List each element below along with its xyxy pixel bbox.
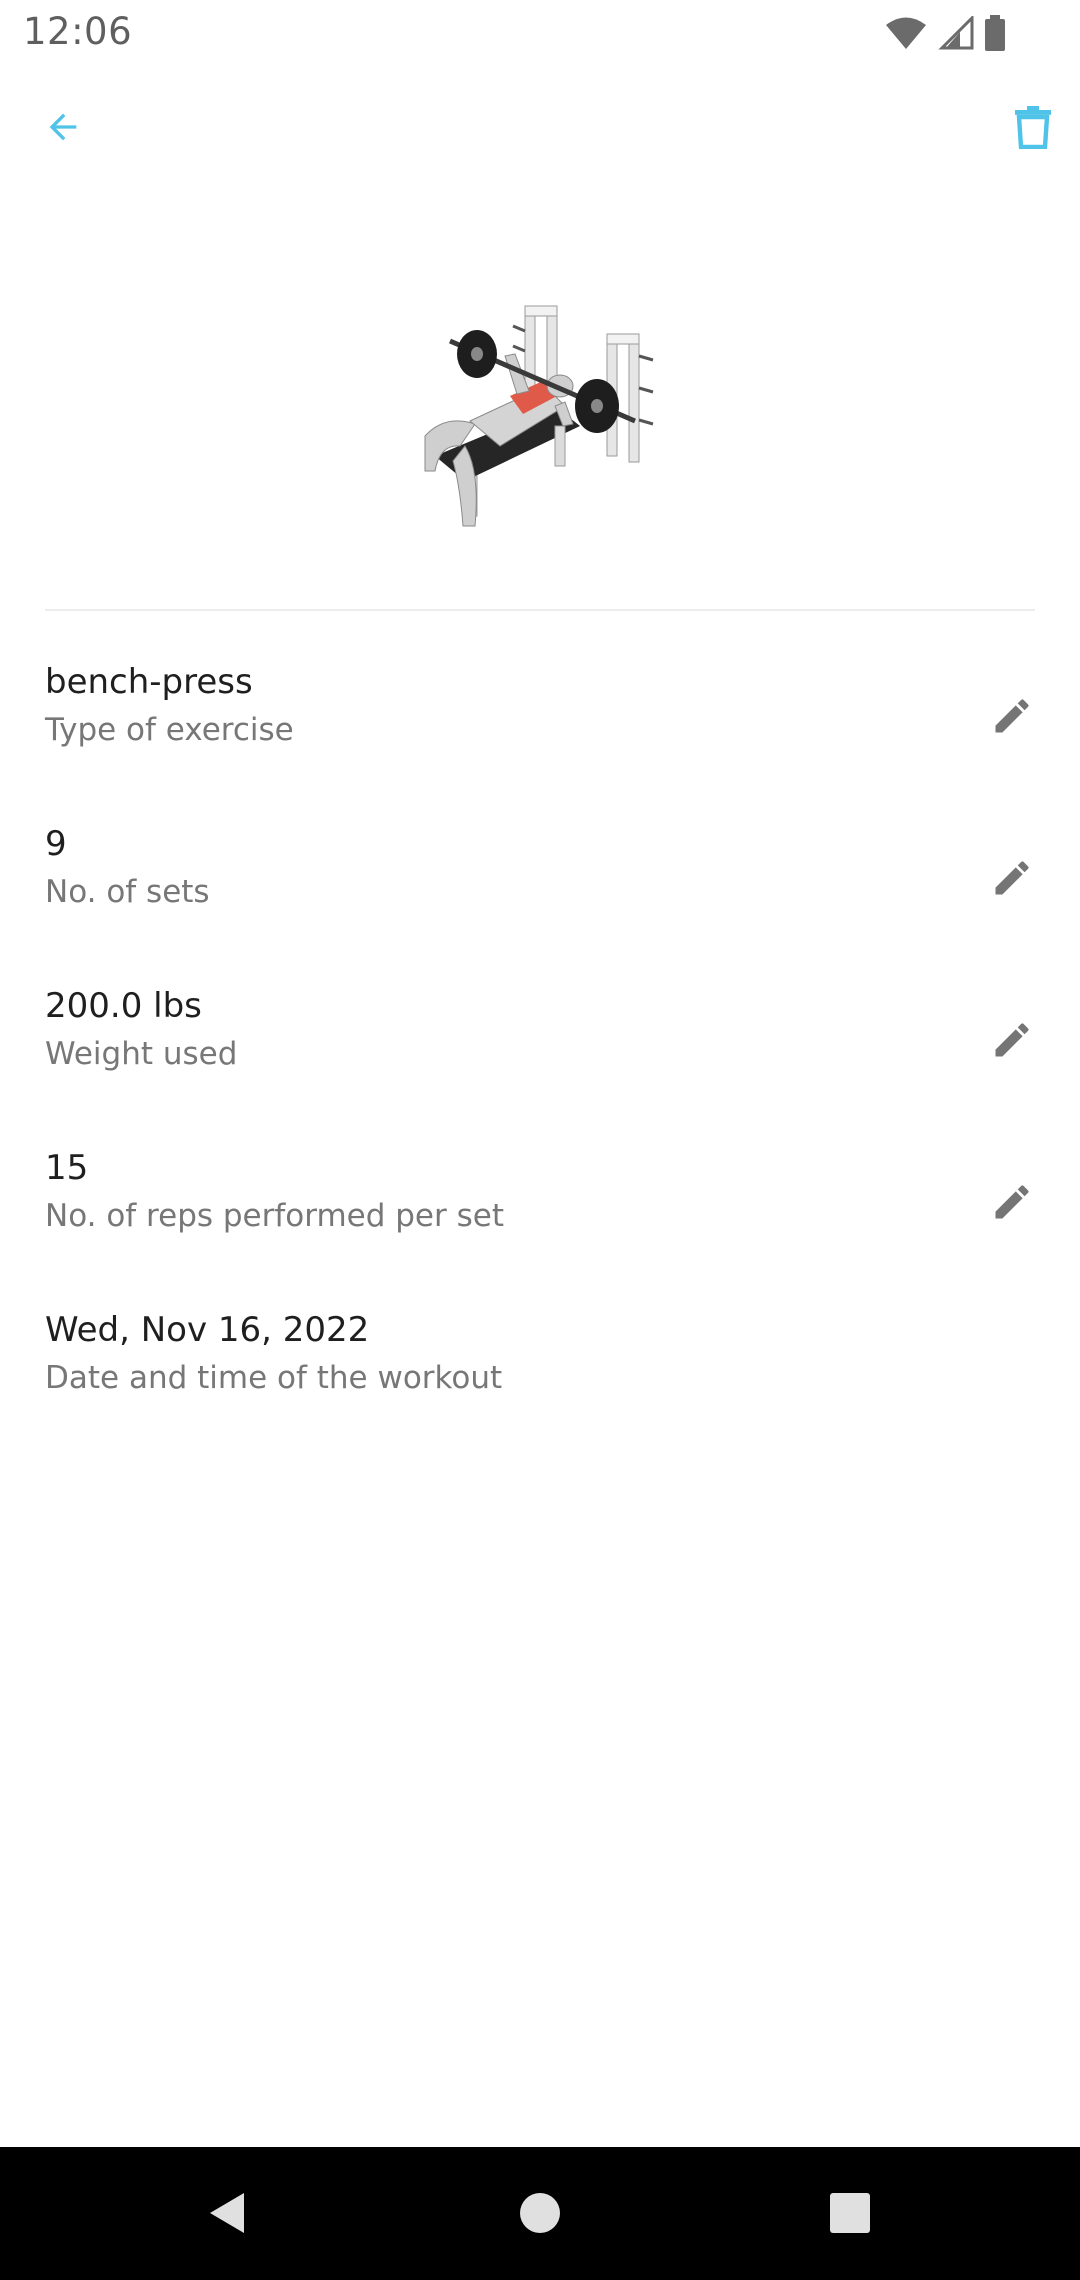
- workout-details-list: bench-press Type of exercise 9 No. of se…: [0, 648, 1080, 1458]
- workout-detail-screen: 12:06 bench-press Type of exercise 9 No.…: [0, 0, 1080, 2280]
- detail-item-sets: 9 No. of sets: [0, 810, 1080, 972]
- pencil-icon: [995, 861, 1029, 895]
- status-bar: 12:06: [0, 0, 1080, 66]
- system-nav-bar: [0, 2147, 1080, 2280]
- status-icons: [884, 14, 1006, 52]
- nav-back-button[interactable]: [188, 2175, 264, 2251]
- edit-weight-button[interactable]: [980, 1008, 1044, 1072]
- reps-value: 15: [45, 1148, 89, 1188]
- detail-item-date: Wed, Nov 16, 2022 Date and time of the w…: [0, 1296, 1080, 1458]
- arrow-left-icon: [49, 113, 77, 141]
- cell-signal-icon: [938, 16, 974, 50]
- pencil-icon: [995, 1185, 1029, 1219]
- exercise-type-label: Type of exercise: [45, 712, 294, 748]
- back-triangle-icon: [210, 2193, 244, 2233]
- pencil-icon: [995, 699, 1029, 733]
- workout-date-value: Wed, Nov 16, 2022: [45, 1310, 370, 1350]
- edit-sets-button[interactable]: [980, 846, 1044, 910]
- edit-reps-button[interactable]: [980, 1170, 1044, 1234]
- nav-recents-button[interactable]: [812, 2175, 888, 2251]
- detail-item-reps: 15 No. of reps performed per set: [0, 1134, 1080, 1296]
- divider: [45, 609, 1035, 611]
- recents-square-icon: [830, 2193, 870, 2233]
- status-time: 12:06: [23, 10, 133, 53]
- bench-press-illustration: [424, 305, 654, 527]
- detail-item-exercise-type: bench-press Type of exercise: [0, 648, 1080, 810]
- trash-icon: [1015, 106, 1051, 149]
- sets-label: No. of sets: [45, 874, 210, 910]
- reps-label: No. of reps performed per set: [45, 1198, 504, 1234]
- wifi-icon: [886, 17, 926, 49]
- battery-icon: [985, 15, 1005, 51]
- weight-value: 200.0 lbs: [45, 986, 202, 1026]
- pencil-icon: [995, 1023, 1029, 1057]
- weight-label: Weight used: [45, 1036, 238, 1072]
- exercise-type-value: bench-press: [45, 662, 253, 702]
- exercise-illustration: [405, 296, 675, 546]
- back-button[interactable]: [30, 94, 96, 160]
- edit-exercise-type-button[interactable]: [980, 684, 1044, 748]
- detail-item-weight: 200.0 lbs Weight used: [0, 972, 1080, 1134]
- home-circle-icon: [520, 2193, 560, 2233]
- sets-value: 9: [45, 824, 67, 864]
- delete-button[interactable]: [1000, 94, 1066, 160]
- workout-date-label: Date and time of the workout: [45, 1360, 503, 1396]
- nav-home-button[interactable]: [502, 2175, 578, 2251]
